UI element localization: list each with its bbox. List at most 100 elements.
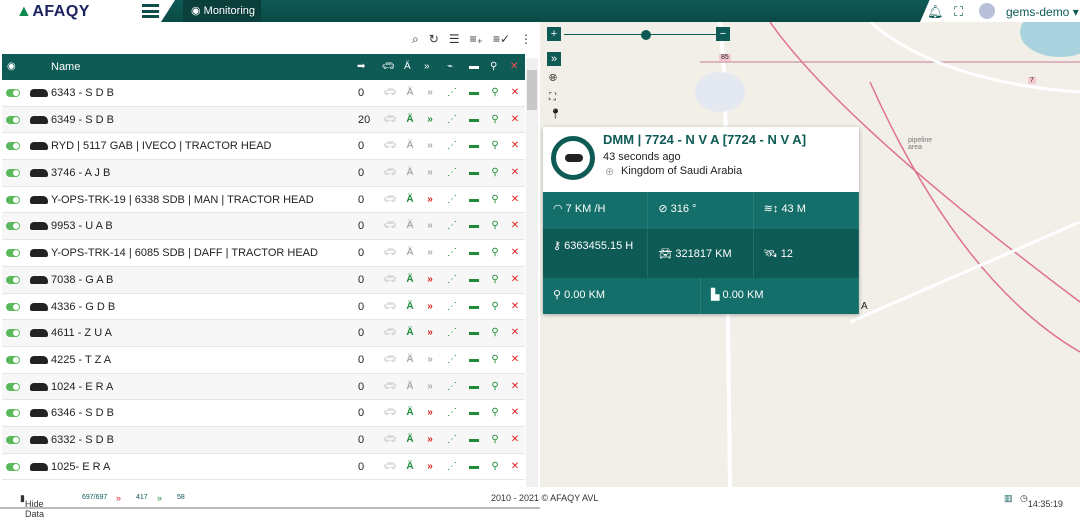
- remove-icon[interactable]: ✕: [508, 407, 522, 418]
- unit-name[interactable]: Y-OPS-TRK-19 | 6338 SDB | MAN | TRACTOR …: [51, 194, 314, 206]
- remove-icon[interactable]: ✕: [508, 167, 522, 178]
- unit-name[interactable]: 4336 - G D B: [51, 301, 115, 313]
- list-icon[interactable]: ☰: [449, 32, 460, 47]
- refresh-icon[interactable]: ↻: [429, 32, 439, 47]
- hide-data-button[interactable]: ▮ Hide Data: [20, 493, 44, 519]
- remove-icon[interactable]: ✕: [508, 87, 522, 98]
- visibility-toggle[interactable]: [6, 302, 20, 311]
- search-icon[interactable]: ⌕: [412, 32, 419, 47]
- globe-icon[interactable]: 🌐︎: [549, 73, 557, 84]
- table-row[interactable]: 4225 - T Z A 0 🚗︎ Ä » ⋰ ▬ ⚲ ✕: [2, 347, 525, 374]
- remove-icon[interactable]: ✕: [508, 140, 522, 151]
- visibility-toggle[interactable]: [6, 435, 20, 444]
- close-header-icon[interactable]: ✕: [510, 61, 518, 72]
- zoom-out-button[interactable]: −: [716, 27, 730, 41]
- expand-button[interactable]: »: [547, 52, 561, 66]
- table-row[interactable]: Y-OPS-TRK-14 | 6085 SDB | DAFF | TRACTOR…: [2, 240, 525, 267]
- visibility-toggle[interactable]: [6, 355, 20, 364]
- list-add-icon[interactable]: ≡₊: [470, 32, 483, 47]
- remove-icon[interactable]: ✕: [508, 301, 522, 312]
- tab-monitoring[interactable]: ◉ Monitoring: [183, 0, 262, 22]
- table-row[interactable]: Y-OPS-TRK-19 | 6338 SDB | MAN | TRACTOR …: [2, 187, 525, 214]
- remove-icon[interactable]: ✕: [508, 274, 522, 285]
- unit-name[interactable]: 1024 - E R A: [51, 381, 113, 393]
- unit-name[interactable]: Y-OPS-TRK-14 | 6085 SDB | DAFF | TRACTOR…: [51, 247, 318, 259]
- table-row[interactable]: 6332 - S D B 0 🚗︎ Ä » ⋰ ▬ ⚲ ✕: [2, 426, 525, 454]
- unit-name[interactable]: 1025- E R A: [51, 461, 110, 473]
- location-icon[interactable]: ⚲: [488, 140, 502, 151]
- bell-icon[interactable]: 🔔︎: [927, 4, 944, 20]
- location-icon[interactable]: ⚲: [488, 167, 502, 178]
- zoom-slider-handle[interactable]: [641, 30, 651, 40]
- remove-icon[interactable]: ✕: [508, 194, 522, 205]
- location-icon[interactable]: ⚲: [488, 114, 502, 125]
- remove-icon[interactable]: ✕: [508, 327, 522, 338]
- unit-name[interactable]: 4611 - Z U A: [51, 327, 112, 339]
- remove-icon[interactable]: ✕: [508, 247, 522, 258]
- table-row[interactable]: 4611 - Z U A 0 🚗︎ Ä » ⋰ ▬ ⚲ ✕: [2, 320, 525, 347]
- remove-icon[interactable]: ✕: [508, 461, 522, 472]
- location-icon[interactable]: ⚲: [488, 274, 502, 285]
- table-row[interactable]: 6349 - S D B 20 🚗︎ Ä » ⋰ ▬ ⚲ ✕: [2, 106, 525, 134]
- location-icon[interactable]: ⚲: [488, 220, 502, 231]
- unit-name[interactable]: RYD | 5117 GAB | IVECO | TRACTOR HEAD: [51, 140, 272, 152]
- afaqy-logo[interactable]: ▲AFAQY: [16, 3, 90, 21]
- visibility-toggle[interactable]: [6, 115, 20, 124]
- visibility-toggle[interactable]: [6, 195, 20, 204]
- unit-name[interactable]: 3746 - A J B: [51, 167, 110, 179]
- zoom-in-button[interactable]: +: [547, 27, 561, 41]
- table-row[interactable]: 6346 - S D B 0 🚗︎ Ä » ⋰ ▬ ⚲ ✕: [2, 400, 525, 427]
- visibility-toggle[interactable]: [6, 249, 20, 258]
- table-row[interactable]: 3746 - A J B 0 🚗︎ Ä » ⋰ ▬ ⚲ ✕: [2, 160, 525, 187]
- location-icon[interactable]: ⚲: [488, 354, 502, 365]
- fit-bounds-icon[interactable]: ⛶: [549, 92, 556, 103]
- visibility-toggle[interactable]: [6, 275, 20, 284]
- visibility-toggle[interactable]: [6, 89, 20, 97]
- location-icon[interactable]: ⚲: [488, 247, 502, 258]
- eye-icon[interactable]: ◉: [7, 61, 16, 72]
- map[interactable]: 85 7 pipeline area A + − » 🌐︎ ⛶ 📍︎ DMM |…: [540, 22, 1080, 487]
- location-pin-icon[interactable]: 📍︎: [549, 109, 562, 120]
- fullscreen-icon[interactable]: ⛶: [954, 4, 963, 20]
- location-icon[interactable]: ⚲: [488, 434, 502, 445]
- menu-icon[interactable]: [142, 4, 159, 18]
- unit-name[interactable]: 6332 - S D B: [51, 434, 114, 446]
- location-icon[interactable]: ⚲: [488, 381, 502, 392]
- user-menu[interactable]: gems-demo ▾: [1006, 5, 1079, 19]
- remove-icon[interactable]: ✕: [508, 381, 522, 392]
- table-row[interactable]: 1025- E R A 0 🚗︎ Ä » ⋰ ▬ ⚲ ✕: [2, 454, 525, 481]
- table-row[interactable]: 6343 - S D B 0 🚗︎ Ä » ⋰ ▬ ⚲ ✕: [2, 80, 525, 107]
- table-row[interactable]: 9953 - U A B 0 🚗︎ Ä » ⋰ ▬ ⚲ ✕: [2, 213, 525, 241]
- remove-icon[interactable]: ✕: [508, 114, 522, 125]
- location-icon[interactable]: ⚲: [488, 327, 502, 338]
- location-icon[interactable]: ⚲: [488, 194, 502, 205]
- location-icon[interactable]: ⚲: [488, 301, 502, 312]
- unit-name[interactable]: 6349 - S D B: [51, 114, 114, 126]
- unit-name[interactable]: 4225 - T Z A: [51, 354, 111, 366]
- location-icon[interactable]: ⚲: [488, 87, 502, 98]
- visibility-toggle[interactable]: [6, 409, 20, 418]
- visibility-toggle[interactable]: [6, 222, 20, 231]
- list-check-icon[interactable]: ≡✓: [493, 32, 510, 47]
- unit-name[interactable]: 6346 - S D B: [51, 407, 114, 419]
- table-row[interactable]: 1024 - E R A 0 🚗︎ Ä » ⋰ ▬ ⚲ ✕: [2, 373, 525, 401]
- remove-icon[interactable]: ✕: [508, 354, 522, 365]
- unit-name[interactable]: 9953 - U A B: [51, 220, 113, 232]
- unit-name[interactable]: 6343 - S D B: [51, 87, 114, 99]
- table-row[interactable]: RYD | 5117 GAB | IVECO | TRACTOR HEAD 0 …: [2, 133, 525, 161]
- visibility-toggle[interactable]: [6, 382, 20, 391]
- layout-icon[interactable]: ▥: [1004, 493, 1013, 504]
- name-column-header[interactable]: Name: [51, 61, 80, 73]
- remove-icon[interactable]: ✕: [508, 434, 522, 445]
- avatar[interactable]: [979, 3, 995, 19]
- table-row[interactable]: 7038 - G A B 0 🚗︎ Ä » ⋰ ▬ ⚲ ✕: [2, 266, 525, 294]
- table-row[interactable]: 4336 - G D B 0 🚗︎ Ä » ⋰ ▬ ⚲ ✕: [2, 294, 525, 321]
- visibility-toggle[interactable]: [6, 329, 20, 338]
- visibility-toggle[interactable]: [6, 169, 20, 178]
- remove-icon[interactable]: ✕: [508, 220, 522, 231]
- location-icon[interactable]: ⚲: [488, 407, 502, 418]
- more-icon[interactable]: ⋮: [520, 32, 532, 47]
- visibility-toggle[interactable]: [6, 142, 20, 151]
- visibility-toggle[interactable]: [6, 462, 20, 471]
- unit-name[interactable]: 7038 - G A B: [51, 274, 113, 286]
